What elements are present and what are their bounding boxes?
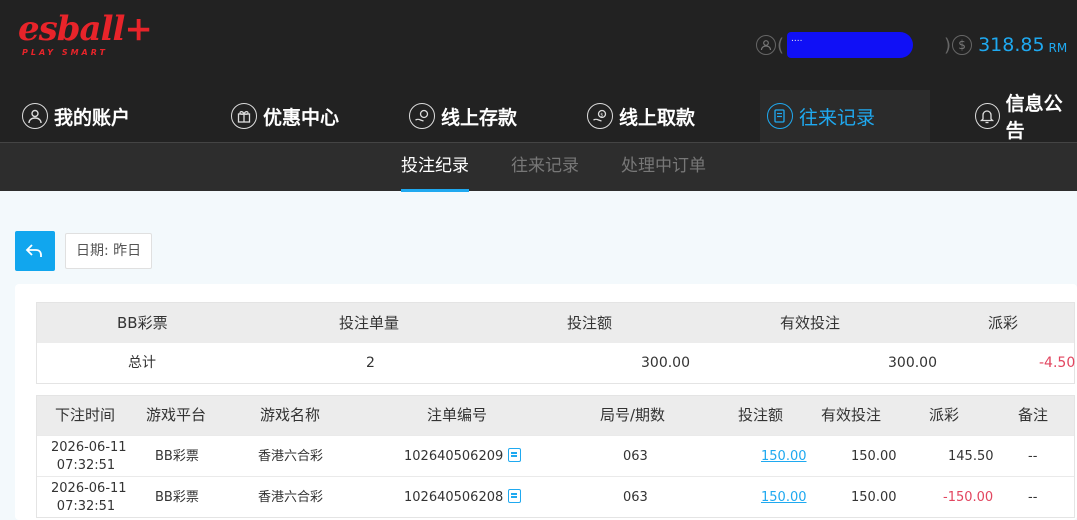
valid-bet-cell: 150.00 [851,449,897,464]
gift-icon [231,103,257,129]
nav-item-promotions[interactable]: 优惠中心 [231,90,339,142]
bet-time: 07:32:51 [56,499,116,514]
header-payout: 派彩 [929,406,960,424]
masked-username: .... [787,32,914,58]
bet-id-text: 102640506209 [404,449,504,464]
svg-text:$: $ [600,112,603,118]
header-game-name: 游戏名称 [260,406,321,424]
details-header-row: 下注时间 游戏平台 游戏名称 注单编号 局号/期数 投注额 有效投注 派彩 备注 [37,396,1074,435]
esball-logo[interactable]: esball+ PLAY SMART [18,9,153,57]
summary-total-payout: -4.50 [1039,355,1076,371]
summary-header-count: 投注单量 [339,314,400,332]
bet-date: 2026-06-11 [51,440,127,455]
nav-item-announcements[interactable]: 信息公告 [975,90,1077,142]
game-name-cell: 香港六合彩 [258,490,324,505]
header-bet-id: 注单编号 [427,406,488,424]
balance-amount: 318.85 [978,34,1045,56]
nav-item-records[interactable]: 往来记录 [767,90,875,142]
bell-icon [975,103,1000,129]
records-icon [767,103,793,129]
round-cell: 063 [623,490,648,505]
summary-total-bet: 300.00 [641,355,690,371]
nav-label: 优惠中心 [263,106,340,129]
dollar-icon: $ [952,35,973,55]
payout-cell: 145.50 [948,449,994,464]
summary-total-count: 2 [366,355,375,371]
tab-bet-records[interactable]: 投注纪录 [401,143,469,192]
nav-item-deposit[interactable]: 线上存款 [409,90,517,142]
valid-bet-cell: 150.00 [851,490,897,505]
summary-header-row: BB彩票 投注单量 投注额 有效投注 派彩 [37,303,1074,343]
tab-pending-orders[interactable]: 处理中订单 [621,143,706,192]
bet-amount-link[interactable]: 150.00 [761,436,807,477]
user-icon [22,103,48,129]
summary-total-label: 总计 [128,355,156,371]
nav-label: 线上存款 [441,106,518,129]
tab-transaction-records[interactable]: 往来记录 [511,143,579,192]
platform-cell: BB彩票 [155,449,199,464]
header-valid-bet: 有效投注 [821,406,882,424]
copy-icon[interactable] [508,448,522,462]
paren-close: ) [944,34,952,56]
user-area: ( .... ) $ 318.85 RM [756,31,1067,59]
nav-label: 线上取款 [619,106,696,129]
table-row: 2026-06-11 07:32:51 BB彩票 香港六合彩 102640506… [37,435,1074,476]
round-cell: 063 [623,449,648,464]
bet-date: 2026-06-11 [51,481,127,496]
back-arrow-icon [25,244,42,257]
header-note: 备注 [1018,406,1049,424]
nav-item-withdraw[interactable]: $ 线上取款 [587,90,695,142]
platform-cell: BB彩票 [155,490,199,505]
summary-header-valid: 有效投注 [780,314,841,332]
details-table: 下注时间 游戏平台 游戏名称 注单编号 局号/期数 投注额 有效投注 派彩 备注… [36,395,1075,518]
nav-item-my-account[interactable]: 我的账户 [22,90,130,142]
summary-header-platform: BB彩票 [117,314,168,332]
summary-header-payout: 派彩 [988,314,1019,332]
note-cell: -- [1028,490,1038,505]
header-platform: 游戏平台 [146,406,207,424]
nav-label: 往来记录 [799,106,876,129]
game-name-cell: 香港六合彩 [258,449,324,464]
header-bet-time: 下注时间 [55,406,116,424]
summary-total-row: 总计 2 300.00 300.00 -4.50 [37,343,1076,383]
logo-tagline: PLAY SMART [22,48,108,57]
table-row: 2026-06-11 07:32:51 BB彩票 香港六合彩 102640506… [37,476,1074,517]
bet-id-cell: 102640506208 [404,477,522,518]
back-button[interactable] [15,231,55,271]
summary-table: BB彩票 投注单量 投注额 有效投注 派彩 总计 2 300.00 300.00… [36,302,1075,384]
deposit-icon [409,103,435,129]
header-round: 局号/期数 [600,406,666,424]
bet-id-cell: 102640506209 [404,436,522,477]
sub-nav: 投注纪录 往来记录 处理中订单 [0,142,1077,192]
note-cell: -- [1028,449,1038,464]
nav-label: 信息公告 [1005,93,1063,142]
summary-total-valid: 300.00 [888,355,937,371]
main-nav: 我的账户 优惠中心 线上存款 $ 线上取款 往来记录 信息公告 [0,90,1077,142]
top-header: esball+ PLAY SMART ( .... ) $ 318.85 RM [0,0,1077,90]
balance-unit: RM [1048,41,1068,55]
payout-cell: -150.00 [943,490,994,505]
user-icon [756,35,776,55]
withdraw-icon: $ [587,103,613,129]
paren-open: ( [777,34,785,56]
summary-header-bet: 投注额 [567,314,613,332]
bet-time-cell: 2026-06-11 07:32:51 [51,436,127,477]
bet-time-cell: 2026-06-11 07:32:51 [51,477,127,518]
bet-amount-link[interactable]: 150.00 [761,477,807,518]
nav-label: 我的账户 [54,106,131,129]
copy-icon[interactable] [508,489,522,503]
date-filter[interactable]: 日期: 昨日 [65,233,153,269]
bet-time: 07:32:51 [56,458,116,473]
logo-text: esball+ [18,9,153,49]
header-bet-amount: 投注额 [738,406,784,424]
bet-id-text: 102640506208 [404,490,504,505]
